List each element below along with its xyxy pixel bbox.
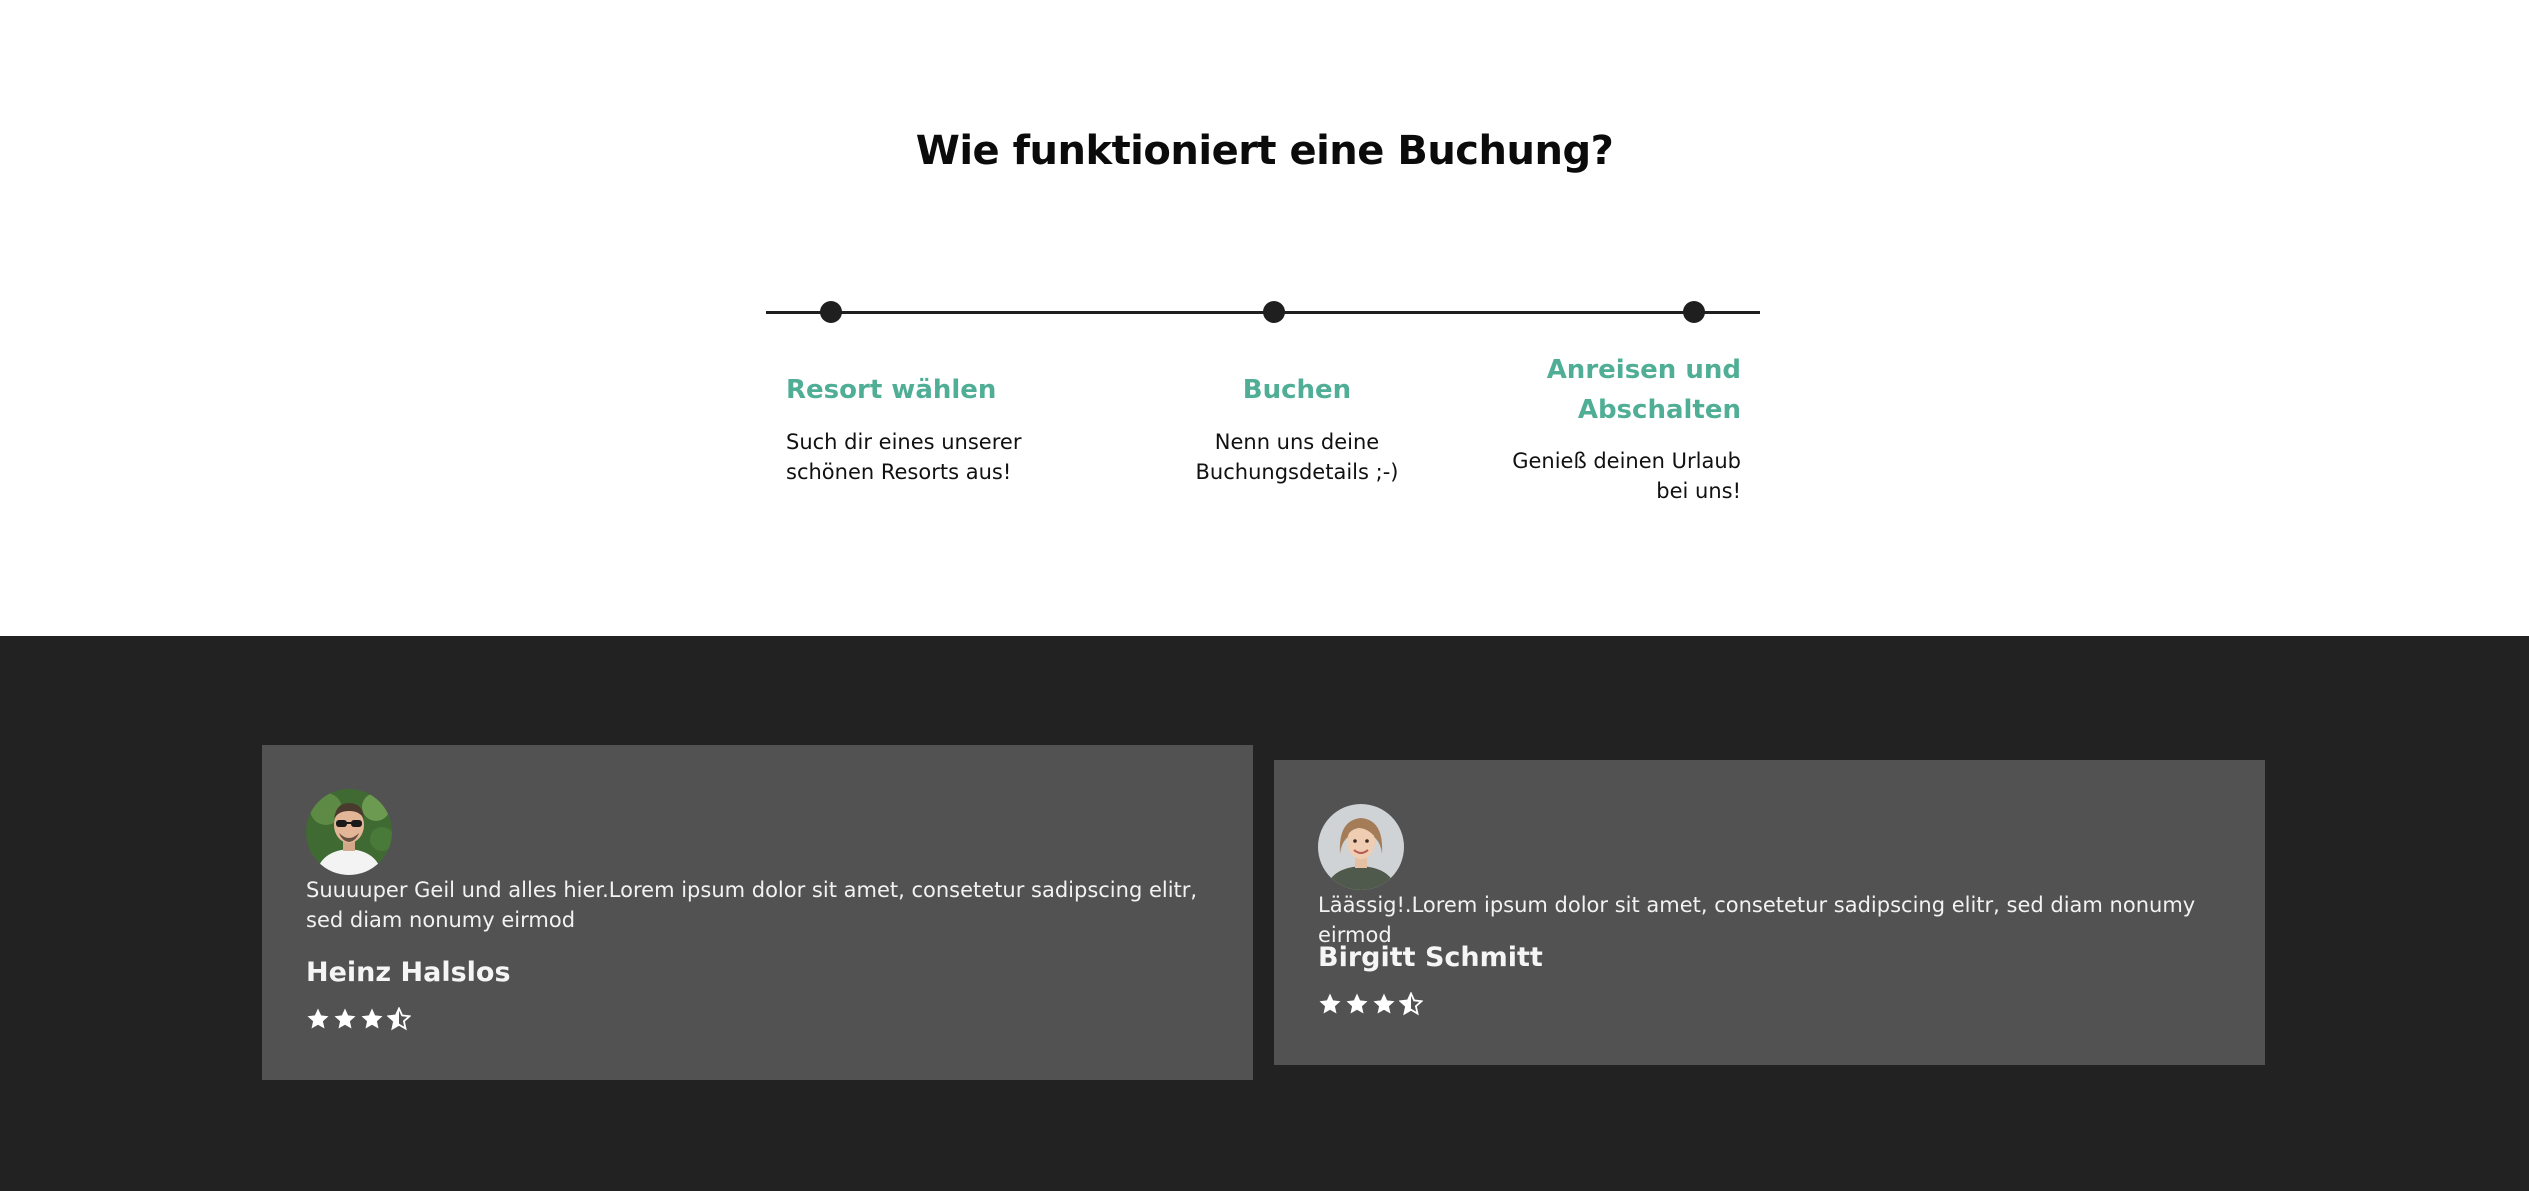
step-text-resort: Such dir eines unserer schönen Resorts a…: [786, 430, 1022, 484]
woman-avatar-icon: [1318, 804, 1404, 890]
star-full-icon: [1373, 993, 1395, 1014]
step-title-buchen: Buchen: [1242, 375, 1352, 405]
reviewer-name: Heinz Halslos: [306, 957, 511, 988]
star-half-icon: [1399, 992, 1423, 1016]
review-card: Suuuuper Geil und alles hier.Lorem ipsum…: [262, 745, 1253, 1080]
star-rating: [1318, 992, 1423, 1016]
timeline-dot-2: [1263, 301, 1285, 323]
review-text: Läässig!.Lorem ipsum dolor sit amet, con…: [1318, 893, 2196, 947]
star-half-icon: [387, 1007, 411, 1031]
timeline-dot-3: [1683, 301, 1705, 323]
star-full-icon: [334, 1008, 356, 1029]
step-text-buchen: Nenn uns deine Buchungsdetails ;-): [1195, 430, 1399, 484]
review-card: Läässig!.Lorem ipsum dolor sit amet, con…: [1274, 760, 2265, 1065]
star-full-icon: [307, 1008, 329, 1029]
review-text: Suuuuper Geil und alles hier.Lorem ipsum…: [306, 878, 1198, 932]
step-text-anreisen: Genieß deinen Urlaub bei uns!: [1512, 449, 1741, 503]
step-title-anreisen-line1: Anreisen und: [1546, 355, 1741, 385]
star-full-icon: [1346, 993, 1368, 1014]
section-title: Wie funktioniert eine Buchung?: [915, 128, 1614, 174]
reviewer-name: Birgitt Schmitt: [1318, 942, 1543, 973]
man-avatar-icon: [306, 789, 392, 875]
booking-steps-section: Wie funktioniert eine Buchung? Resort wä…: [0, 0, 2529, 636]
timeline-dot-1: [820, 301, 842, 323]
reviews-section: Suuuuper Geil und alles hier.Lorem ipsum…: [0, 636, 2529, 1191]
star-rating: [306, 1007, 411, 1031]
star-full-icon: [361, 1008, 383, 1029]
star-full-icon: [1319, 993, 1341, 1014]
step-title-anreisen-line2: Abschalten: [1577, 395, 1741, 425]
step-title-resort: Resort wählen: [786, 375, 997, 405]
step-title-anreisen: Anreisen und Abschalten: [1441, 350, 1741, 430]
